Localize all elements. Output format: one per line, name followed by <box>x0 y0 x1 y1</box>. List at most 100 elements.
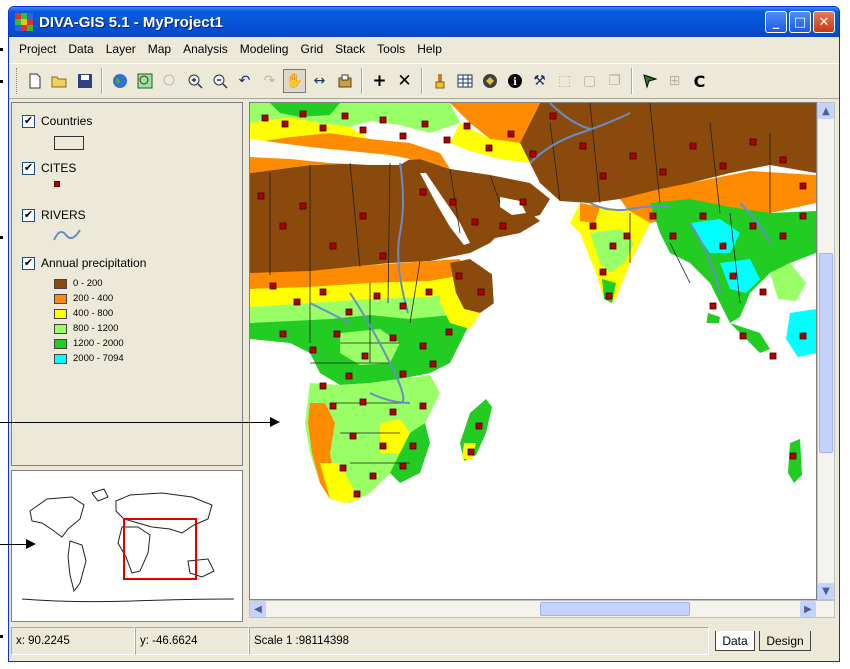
callout-map-arrowhead <box>270 417 280 427</box>
legend-class: 400 - 800 <box>54 308 113 319</box>
toolbar-separator <box>361 68 363 94</box>
layer-name: RIVERS <box>41 208 86 222</box>
status-bar: x: 90.2245 y: -46.6624 Scale 1 :98114398… <box>9 623 839 661</box>
layer-checkbox[interactable]: ✔ <box>22 162 35 176</box>
circle-icon[interactable]: C <box>688 69 711 93</box>
menu-modeling[interactable]: Modeling <box>240 42 289 56</box>
layer-cites[interactable]: ✔ CITES <box>22 161 77 176</box>
menu-project[interactable]: Project <box>19 42 56 56</box>
toolbar: ↶ ↷ ✋ ↔ + ✕ i ⚒ ⬚ ▢ ❐ ⊞ C <box>9 63 839 99</box>
tab-design[interactable]: Design <box>759 631 811 651</box>
copy-icon[interactable]: ❐ <box>603 69 626 93</box>
layer-name: Countries <box>41 114 93 128</box>
maximize-button[interactable]: □ <box>789 11 811 33</box>
callout-overview-arrowhead <box>26 539 36 549</box>
legend-class: 2000 - 7094 <box>54 353 124 364</box>
new-icon[interactable] <box>23 69 46 93</box>
remove-layer-icon[interactable]: ✕ <box>393 69 416 93</box>
globe-icon[interactable] <box>108 69 131 93</box>
scroll-up-icon[interactable]: ▲ <box>818 103 834 119</box>
menu-tools[interactable]: Tools <box>377 42 405 56</box>
map-view[interactable] <box>249 102 817 600</box>
close-button[interactable]: ✕ <box>813 11 835 33</box>
horizontal-scroll-thumb[interactable] <box>540 602 690 616</box>
overview-world-outline <box>21 488 235 603</box>
legend-class-label: 800 - 1200 <box>73 323 119 334</box>
toolbar-grip[interactable] <box>16 68 19 94</box>
pan-hand-icon[interactable]: ✋ <box>283 69 306 93</box>
tools-icon[interactable]: ⚒ <box>528 69 551 93</box>
title-bar[interactable]: DIVA-GIS 5.1 - MyProject1 _ □ ✕ <box>9 7 839 37</box>
deselect-icon[interactable]: ▢ <box>578 69 601 93</box>
scroll-right-icon[interactable]: ▶ <box>800 601 816 617</box>
toolbar-separator <box>631 68 633 94</box>
legend-class-label: 1200 - 2000 <box>73 338 124 349</box>
add-layer-icon[interactable]: + <box>368 69 391 93</box>
menu-grid[interactable]: Grid <box>300 42 323 56</box>
table-icon[interactable] <box>453 69 476 93</box>
legend-class-label: 2000 - 7094 <box>73 353 124 364</box>
map-scale: Scale 1 :98114398 <box>249 627 709 655</box>
menu-data[interactable]: Data <box>68 42 93 56</box>
undo-icon[interactable]: ↶ <box>233 69 256 93</box>
legend-panel: ✔ Countries ✔ CITES ✔ RIVERS ✔ Annual precip… <box>11 102 243 466</box>
layer-name: Annual precipitation <box>41 256 147 270</box>
menu-help[interactable]: Help <box>417 42 442 56</box>
app-logo-icon <box>15 13 33 31</box>
export-icon[interactable] <box>333 69 356 93</box>
legend-class-label: 400 - 800 <box>73 308 114 319</box>
zoom-layer-icon[interactable] <box>158 69 181 93</box>
redo-icon[interactable]: ↷ <box>258 69 281 93</box>
svg-text:i: i <box>513 77 517 88</box>
grid-icon[interactable]: ⊞ <box>663 69 686 93</box>
vertical-scrollbar[interactable]: ▲ ▼ <box>817 102 835 600</box>
properties-icon[interactable] <box>478 69 501 93</box>
minimize-button[interactable]: _ <box>765 11 787 33</box>
layer-checkbox[interactable]: ✔ <box>22 209 35 223</box>
legend-class: 1200 - 2000 <box>54 338 124 349</box>
menu-layer[interactable]: Layer <box>106 42 136 56</box>
scroll-down-icon[interactable]: ▼ <box>818 583 834 599</box>
layer-precipitation[interactable]: ✔ Annual precipitation <box>22 256 147 271</box>
menu-bar: Project Data Layer Map Analysis Modeling… <box>9 37 839 61</box>
stretch-icon[interactable]: ↔ <box>308 69 331 93</box>
layer-checkbox[interactable]: ✔ <box>22 115 35 129</box>
layer-checkbox[interactable]: ✔ <box>22 257 35 271</box>
zoom-out-icon[interactable] <box>208 69 231 93</box>
tab-data[interactable]: Data <box>715 631 755 651</box>
callout-map <box>0 422 276 423</box>
legend-class: 800 - 1200 <box>54 323 118 334</box>
layer-countries[interactable]: ✔ Countries <box>22 114 93 129</box>
app-window: DIVA-GIS 5.1 - MyProject1 _ □ ✕ Project … <box>8 6 840 662</box>
toolbar-separator <box>421 68 423 94</box>
scroll-left-icon[interactable]: ◀ <box>250 601 266 617</box>
window-title: DIVA-GIS 5.1 - MyProject1 <box>39 13 223 31</box>
open-icon[interactable] <box>48 69 71 93</box>
brush-icon[interactable] <box>428 69 451 93</box>
toolbar-separator <box>101 68 103 94</box>
legend-class: 200 - 400 <box>54 293 113 304</box>
menu-map[interactable]: Map <box>148 42 171 56</box>
menu-stack[interactable]: Stack <box>335 42 365 56</box>
overview-map[interactable] <box>11 470 243 622</box>
flag-icon[interactable] <box>638 69 661 93</box>
countries-symbol <box>54 136 84 150</box>
zoom-in-icon[interactable] <box>183 69 206 93</box>
rivers-symbol <box>53 229 81 241</box>
map-canvas[interactable] <box>250 103 816 599</box>
layer-name: CITES <box>41 161 77 175</box>
x-coordinate: x: 90.2245 <box>11 627 135 655</box>
info-icon[interactable]: i <box>503 69 526 93</box>
legend-class: 0 - 200 <box>54 278 103 289</box>
vertical-scroll-thumb[interactable] <box>819 253 833 453</box>
legend-class-label: 0 - 200 <box>73 278 103 289</box>
save-icon[interactable] <box>73 69 96 93</box>
legend-class-label: 200 - 400 <box>73 293 114 304</box>
cites-symbol <box>54 181 60 187</box>
zoom-extent-icon[interactable] <box>133 69 156 93</box>
layer-rivers[interactable]: ✔ RIVERS <box>22 208 86 223</box>
menu-analysis[interactable]: Analysis <box>183 42 228 56</box>
y-coordinate: y: -46.6624 <box>135 627 249 655</box>
horizontal-scrollbar[interactable]: ◀ ▶ <box>249 600 835 618</box>
select-icon[interactable]: ⬚ <box>553 69 576 93</box>
